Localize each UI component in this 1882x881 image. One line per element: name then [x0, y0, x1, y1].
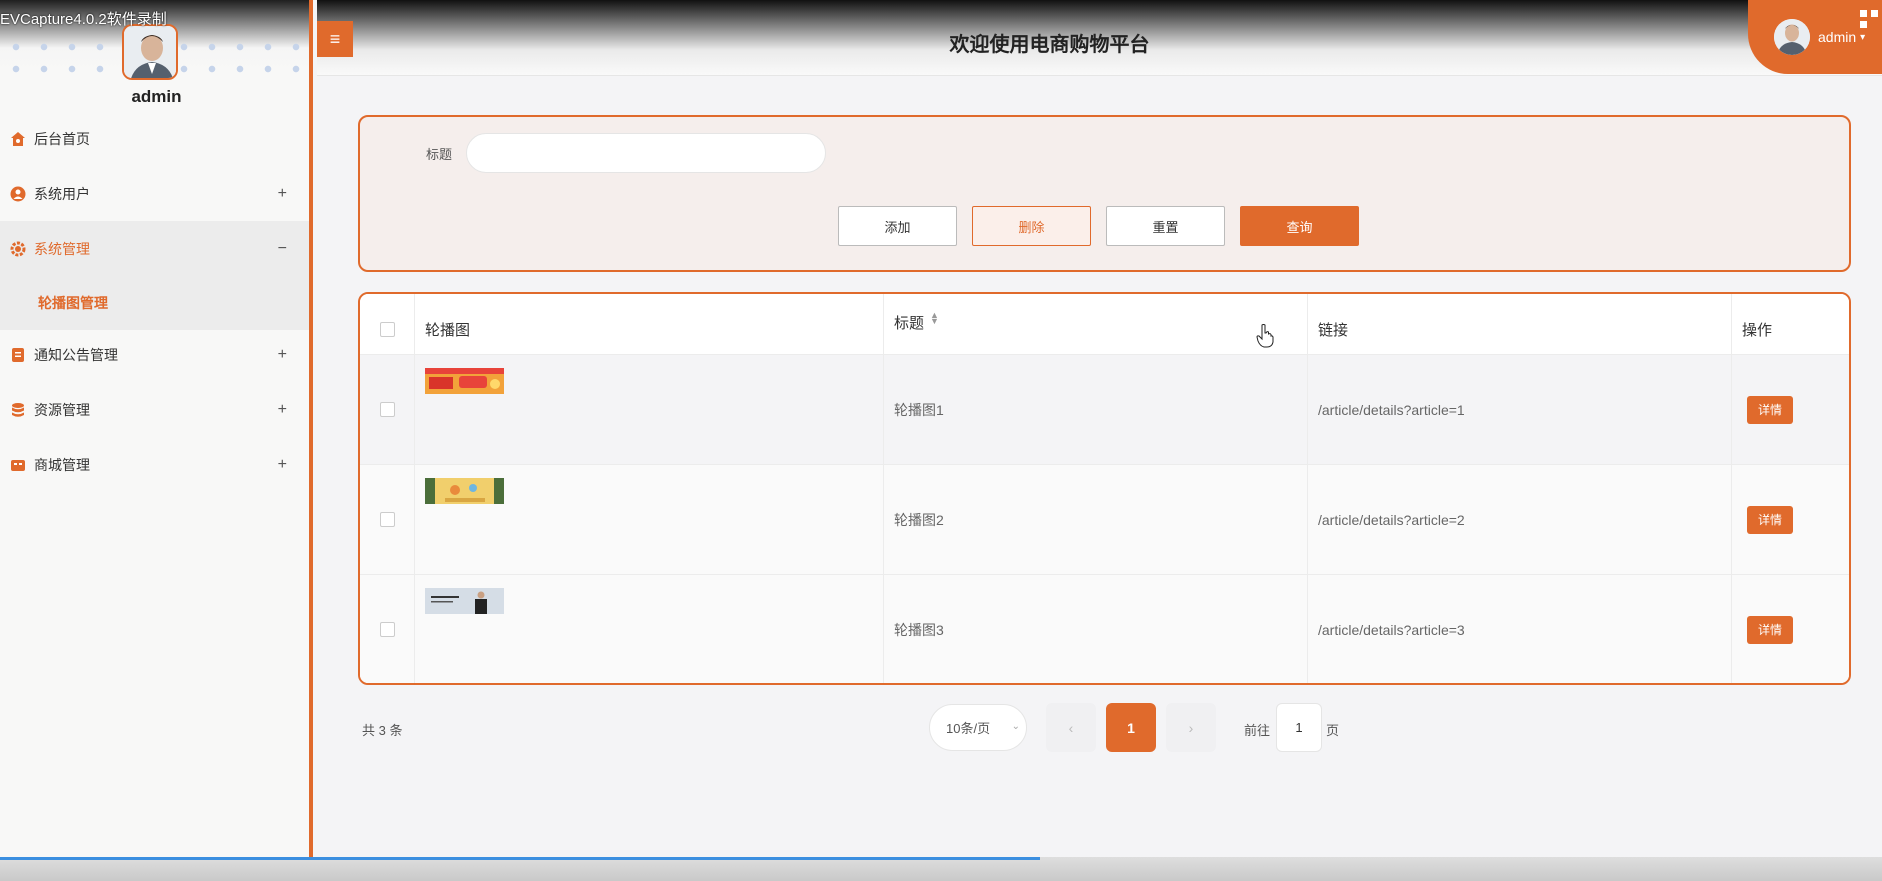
capture-watermark: EVCapture4.0.2软件录制 — [0, 11, 167, 28]
avatar — [122, 24, 178, 80]
row-checkbox[interactable] — [379, 622, 395, 637]
database-icon — [10, 402, 26, 418]
actions-cell: 详情 — [1732, 465, 1849, 574]
data-table: 轮播图 标题 ▲ ▼ 链接 操作 轮播图1 /article/details?ar… — [358, 292, 1851, 685]
carousel-thumbnail[interactable] — [425, 478, 504, 504]
actions-cell: 详情 — [1732, 355, 1849, 464]
goto-page-input[interactable]: 1 — [1276, 703, 1322, 752]
user-icon — [10, 186, 26, 202]
column-header-carousel: 轮播图 — [415, 294, 884, 354]
next-page-button[interactable]: › — [1166, 703, 1216, 752]
table-header-row: 轮播图 标题 ▲ ▼ 链接 操作 — [360, 294, 1849, 354]
row-select-cell — [360, 355, 415, 464]
row-checkbox[interactable] — [379, 402, 395, 417]
column-header-title[interactable]: 标题 ▲ ▼ — [884, 294, 1308, 354]
carousel-image-cell — [415, 575, 884, 683]
title-cell: 轮播图1 — [884, 355, 1308, 464]
sidebar-item-label: 商城管理 — [34, 456, 90, 473]
expand-icon[interactable]: + — [278, 456, 287, 474]
sidebar: admin 后台首页 系统用户 + 系统管理 − 轮播图管理 通知公告管理 + … — [0, 0, 313, 881]
total-count: 共 3 条 — [362, 723, 403, 738]
sidebar-item-system-management[interactable]: 系统管理 − — [0, 221, 309, 276]
expand-icon[interactable]: + — [278, 401, 287, 419]
goto-prefix-label: 前往 — [1244, 723, 1271, 738]
hand-cursor-icon — [1256, 324, 1274, 348]
table-row: 轮播图2 /article/details?article=2 详情 — [360, 464, 1849, 574]
reset-button[interactable]: 重置 — [1106, 206, 1225, 246]
sidebar-item-home[interactable]: 后台首页 — [0, 111, 309, 166]
link-cell: /article/details?article=3 — [1308, 575, 1732, 683]
row-select-cell — [360, 465, 415, 574]
user-avatar — [1774, 19, 1810, 55]
page-size-value: 10条/页 — [946, 721, 991, 736]
taskbar-strip — [0, 857, 1882, 881]
username-label: admin — [1818, 29, 1857, 45]
title-cell: 轮播图2 — [884, 465, 1308, 574]
sidebar-item-resource-management[interactable]: 资源管理 + — [0, 382, 309, 437]
sidebar-item-label: 资源管理 — [34, 401, 90, 418]
search-panel: 标题 添加 删除 重置 查询 — [358, 115, 1851, 272]
select-all-checkbox[interactable] — [379, 321, 395, 337]
sidebar-item-shop-management[interactable]: 商城管理 + — [0, 437, 309, 492]
carousel-image-cell — [415, 465, 884, 574]
delete-button[interactable]: 删除 — [972, 206, 1091, 246]
row-select-cell — [360, 575, 415, 683]
top-bar: ≡ 欢迎使用电商购物平台 admin ▾ — [317, 0, 1882, 76]
progress-bar — [0, 857, 1040, 860]
query-button[interactable]: 查询 — [1240, 206, 1359, 246]
sidebar-item-system-users[interactable]: 系统用户 + — [0, 166, 309, 221]
title-cell: 轮播图3 — [884, 575, 1308, 683]
detail-button[interactable]: 详情 — [1747, 505, 1793, 534]
carousel-image-cell — [415, 355, 884, 464]
link-cell: /article/details?article=2 — [1308, 465, 1732, 574]
sidebar-item-label: 通知公告管理 — [34, 346, 118, 363]
add-button[interactable]: 添加 — [838, 206, 957, 246]
link-cell: /article/details?article=1 — [1308, 355, 1732, 464]
detail-button[interactable]: 详情 — [1747, 395, 1793, 424]
admin-name: admin — [131, 87, 182, 106]
detail-button[interactable]: 详情 — [1747, 615, 1793, 644]
sidebar-item-label: 系统用户 — [34, 185, 90, 202]
fullscreen-icon[interactable] — [1860, 10, 1878, 28]
carousel-thumbnail[interactable] — [425, 588, 504, 614]
chevron-down-icon: ▾ — [1860, 31, 1866, 43]
document-icon — [10, 347, 26, 363]
row-checkbox[interactable] — [379, 512, 395, 527]
expand-icon[interactable]: + — [278, 346, 287, 364]
sidebar-item-label: 系统管理 — [34, 240, 90, 257]
page-title: 欢迎使用电商购物平台 — [949, 34, 1150, 56]
column-header-link: 链接 — [1308, 294, 1732, 354]
expand-icon[interactable]: + — [278, 185, 287, 203]
table-row: 轮播图1 /article/details?article=1 详情 — [360, 354, 1849, 464]
column-header-label: 标题 — [894, 315, 925, 332]
chevron-down-icon: ⌄ — [1011, 721, 1020, 732]
collapse-icon[interactable]: − — [278, 240, 287, 258]
column-header-actions: 操作 — [1742, 321, 1773, 339]
home-icon — [10, 131, 26, 147]
table-row: 轮播图3 /article/details?article=3 详情 — [360, 574, 1849, 683]
sidebar-item-notice-management[interactable]: 通知公告管理 + — [0, 327, 309, 382]
carousel-thumbnail[interactable] — [425, 368, 504, 394]
title-filter-input[interactable] — [466, 133, 826, 173]
title-filter-label: 标题 — [426, 147, 453, 162]
goto-suffix-label: 页 — [1326, 723, 1340, 738]
actions-cell: 详情 — [1732, 575, 1849, 683]
sidebar-item-label: 后台首页 — [34, 130, 90, 147]
page-number-button[interactable]: 1 — [1106, 703, 1156, 752]
gear-icon — [10, 241, 26, 257]
select-all-cell — [360, 294, 415, 354]
shop-icon — [10, 457, 26, 473]
submenu-item-carousel-management[interactable]: 轮播图管理 — [0, 275, 309, 330]
page-size-select[interactable]: 10条/页 ⌄ — [929, 704, 1027, 751]
sort-icon[interactable]: ▲ ▼ — [930, 311, 939, 326]
prev-page-button[interactable]: ‹ — [1046, 703, 1096, 752]
